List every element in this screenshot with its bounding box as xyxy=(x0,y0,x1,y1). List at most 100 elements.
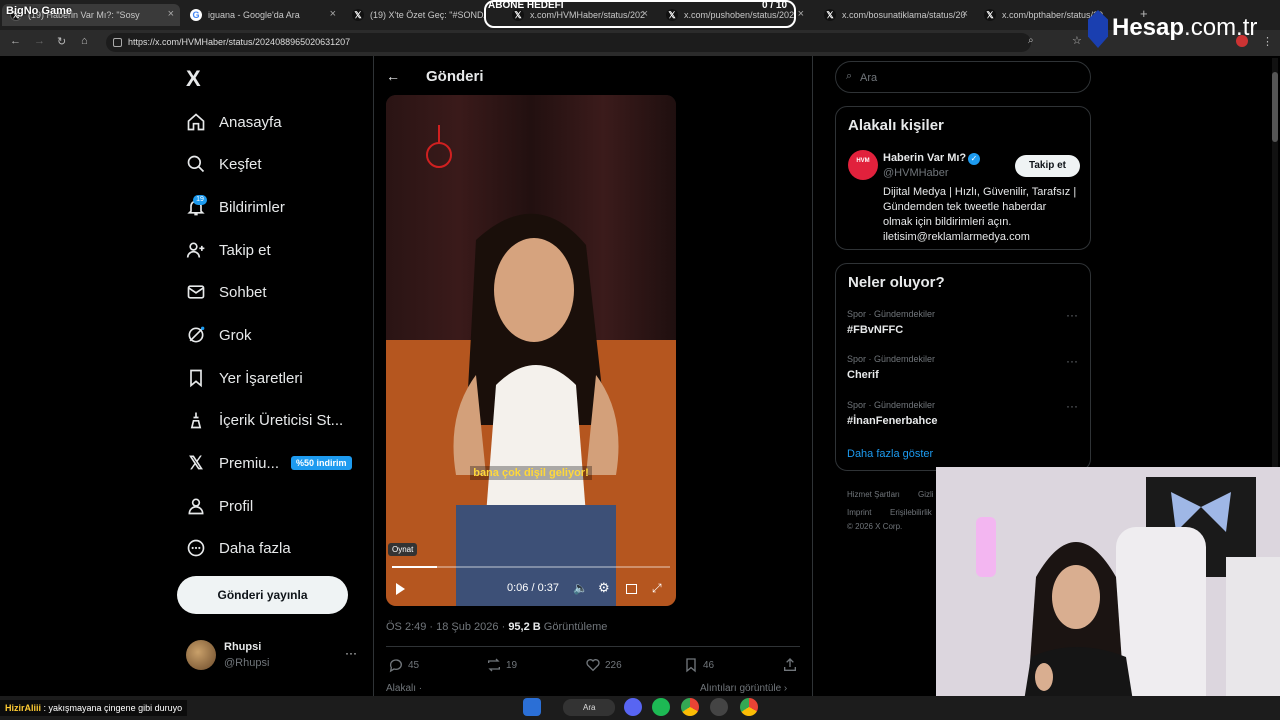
footer-imprint-link[interactable]: Imprint xyxy=(847,508,871,517)
sidebar-item-profile[interactable]: Profil xyxy=(185,488,253,524)
show-more-link[interactable]: Daha fazla göster xyxy=(847,448,933,460)
bookmark-star-icon[interactable]: ☆ xyxy=(1072,34,1082,47)
account-handle: @Rhupsi xyxy=(224,657,270,669)
sidebar-item-grok[interactable]: Grok xyxy=(185,317,252,353)
tab-title: x.com/bosunatiklama/status/20 xyxy=(842,10,966,20)
trend-name: Cherif xyxy=(847,369,879,381)
back-icon[interactable]: ← xyxy=(10,35,21,47)
tab-x-ozet[interactable]: 𝕏 (19) X'te Özet Geç: "#SONDAKİ xyxy=(344,4,484,26)
post-button[interactable]: Gönderi yayınla xyxy=(177,576,348,614)
video-time: 0:06 / 0:37 xyxy=(507,582,559,594)
sidebar-item-label: Sohbet xyxy=(219,283,267,301)
reply-button[interactable]: 45 xyxy=(388,657,419,673)
trend-category: Spor · Gündemdekiler xyxy=(847,309,936,319)
close-tab-icon[interactable]: × xyxy=(798,8,804,20)
bookmark-count: 46 xyxy=(703,659,715,671)
avatar[interactable] xyxy=(186,640,216,670)
search-input[interactable]: Ara xyxy=(835,61,1091,93)
profile-bio: Dijital Medya | Hızlı, Güvenilir, Tarafs… xyxy=(883,185,1088,245)
x-favicon-icon: 𝕏 xyxy=(984,9,996,21)
video-caption: bana çok dişil geliyor! xyxy=(470,466,592,480)
chat-username: HizirAliii xyxy=(5,703,42,713)
zoom-icon[interactable]: ⌕ xyxy=(1028,35,1034,46)
related-title: Alakalı kişiler xyxy=(848,117,944,134)
scrollbar-thumb[interactable] xyxy=(1272,72,1278,142)
sidebar-item-chat[interactable]: Sohbet xyxy=(185,274,267,310)
close-tab-icon[interactable]: × xyxy=(330,8,336,20)
back-arrow-icon[interactable]: ← xyxy=(386,68,400,84)
watermark: Hesap.com.tr xyxy=(1112,14,1257,42)
sidebar-item-follow[interactable]: Takip et xyxy=(185,232,271,268)
sidebar-item-label: Bildirimler xyxy=(219,198,285,216)
volume-icon[interactable]: 🔈 xyxy=(573,581,588,595)
premium-discount-badge[interactable]: %50 indirim xyxy=(291,456,352,470)
like-button[interactable]: 226 xyxy=(585,657,622,673)
profile-name[interactable]: Haberin Var Mı? xyxy=(883,152,966,164)
like-count: 226 xyxy=(605,659,622,671)
settings-gear-icon[interactable] xyxy=(710,698,728,716)
close-tab-icon[interactable]: × xyxy=(168,8,174,20)
sidebar-item-label: Yer İşaretleri xyxy=(219,369,303,387)
view-quotes-link[interactable]: Alıntıları görüntüle › xyxy=(700,683,787,694)
play-icon[interactable] xyxy=(396,583,405,595)
fullscreen-icon[interactable]: ⤢ xyxy=(652,581,662,596)
tab-bosunatiklama-status[interactable]: 𝕏 x.com/bosunatiklama/status/20 × xyxy=(816,4,974,26)
page-title: Gönderi xyxy=(426,68,484,85)
footer-privacy-link[interactable]: Gizli xyxy=(918,490,934,499)
sidebar-item-creator-studio[interactable]: İçerik Üreticisi St... xyxy=(185,402,343,438)
account-menu-icon[interactable]: ··· xyxy=(345,646,357,660)
sidebar-item-more[interactable]: Daha fazla xyxy=(185,530,291,566)
share-button[interactable] xyxy=(782,657,798,673)
stream-chat-message: HizirAliii : yakışmayana çingene gibi du… xyxy=(0,700,188,716)
site-info-icon[interactable] xyxy=(113,38,122,47)
footer-accessibility-link[interactable]: Erişilebilirlik xyxy=(890,508,932,517)
sidebar-item-label: İçerik Üreticisi St... xyxy=(219,411,344,429)
chrome-icon[interactable] xyxy=(681,698,699,716)
sidebar-item-bookmarks[interactable]: Yer İşaretleri xyxy=(185,360,303,396)
follow-button[interactable]: Takip et xyxy=(1015,155,1080,177)
video-player[interactable]: bana çok dişil geliyor! Oynat 0:06 / 0:3… xyxy=(386,95,676,606)
tab-google-search[interactable]: G iguana - Google'da Ara × xyxy=(182,4,342,26)
chrome-active-icon[interactable] xyxy=(740,698,758,716)
sidebar-item-premium[interactable]: 𝕏 Premiu... xyxy=(185,445,279,481)
trend-more-icon[interactable]: ··· xyxy=(1066,354,1078,368)
sidebar-item-label: Anasayfa xyxy=(219,113,282,131)
x-logo-icon[interactable]: X xyxy=(186,66,201,92)
taskbar-search[interactable]: Ara xyxy=(563,699,615,716)
repost-count: 19 xyxy=(506,659,518,671)
picture-in-picture-icon[interactable] xyxy=(626,584,637,594)
search-icon: ⌕ xyxy=(846,70,853,82)
trend-category: Spor · Gündemdekiler xyxy=(847,354,936,364)
footer-copyright: © 2026 X Corp. xyxy=(847,522,903,531)
trend-item[interactable]: Spor · Gündemdekiler #FBvNFFC xyxy=(847,309,935,336)
trend-more-icon[interactable]: ··· xyxy=(1066,399,1078,413)
tab-bpthaber-status[interactable]: 𝕏 x.com/bpthaber/status/20 xyxy=(976,4,1106,26)
reload-icon[interactable]: ↻ xyxy=(57,35,66,48)
more-icon xyxy=(185,537,207,559)
close-tab-icon[interactable]: × xyxy=(962,8,968,20)
spotify-icon[interactable] xyxy=(652,698,670,716)
footer-terms-link[interactable]: Hizmet Şartları xyxy=(847,490,900,499)
url-field[interactable]: https://x.com/HVMHaber/status/2024088965… xyxy=(106,33,1031,52)
windows-start-icon[interactable] xyxy=(523,698,541,716)
goal-count: 0 / 10 xyxy=(762,0,788,11)
video-progress-track[interactable] xyxy=(392,566,670,568)
trend-more-icon[interactable]: ··· xyxy=(1066,308,1078,322)
bookmark-icon xyxy=(185,367,207,389)
avatar[interactable]: HVM xyxy=(848,150,878,180)
sidebar-item-explore[interactable]: Keşfet xyxy=(185,146,262,182)
trend-name: #FBvNFFC xyxy=(847,324,904,336)
sidebar-item-home[interactable]: Anasayfa xyxy=(185,104,282,140)
trend-item[interactable]: Spor · Gündemdekiler Cherif xyxy=(847,354,935,381)
home-browser-icon[interactable]: ⌂ xyxy=(81,35,88,47)
settings-gear-icon[interactable]: ⚙ xyxy=(598,580,610,596)
watermark-suffix: .com.tr xyxy=(1184,14,1258,41)
reply-icon xyxy=(389,659,402,673)
video-frame xyxy=(386,95,676,606)
browser-menu-icon[interactable]: ⋮ xyxy=(1262,35,1273,48)
bookmark-button[interactable]: 46 xyxy=(683,657,714,673)
discord-icon[interactable] xyxy=(624,698,642,716)
forward-icon[interactable]: → xyxy=(34,35,45,47)
repost-button[interactable]: 19 xyxy=(486,657,517,673)
trend-item[interactable]: Spor · Gündemdekiler #İnanFenerbahce xyxy=(847,400,937,427)
